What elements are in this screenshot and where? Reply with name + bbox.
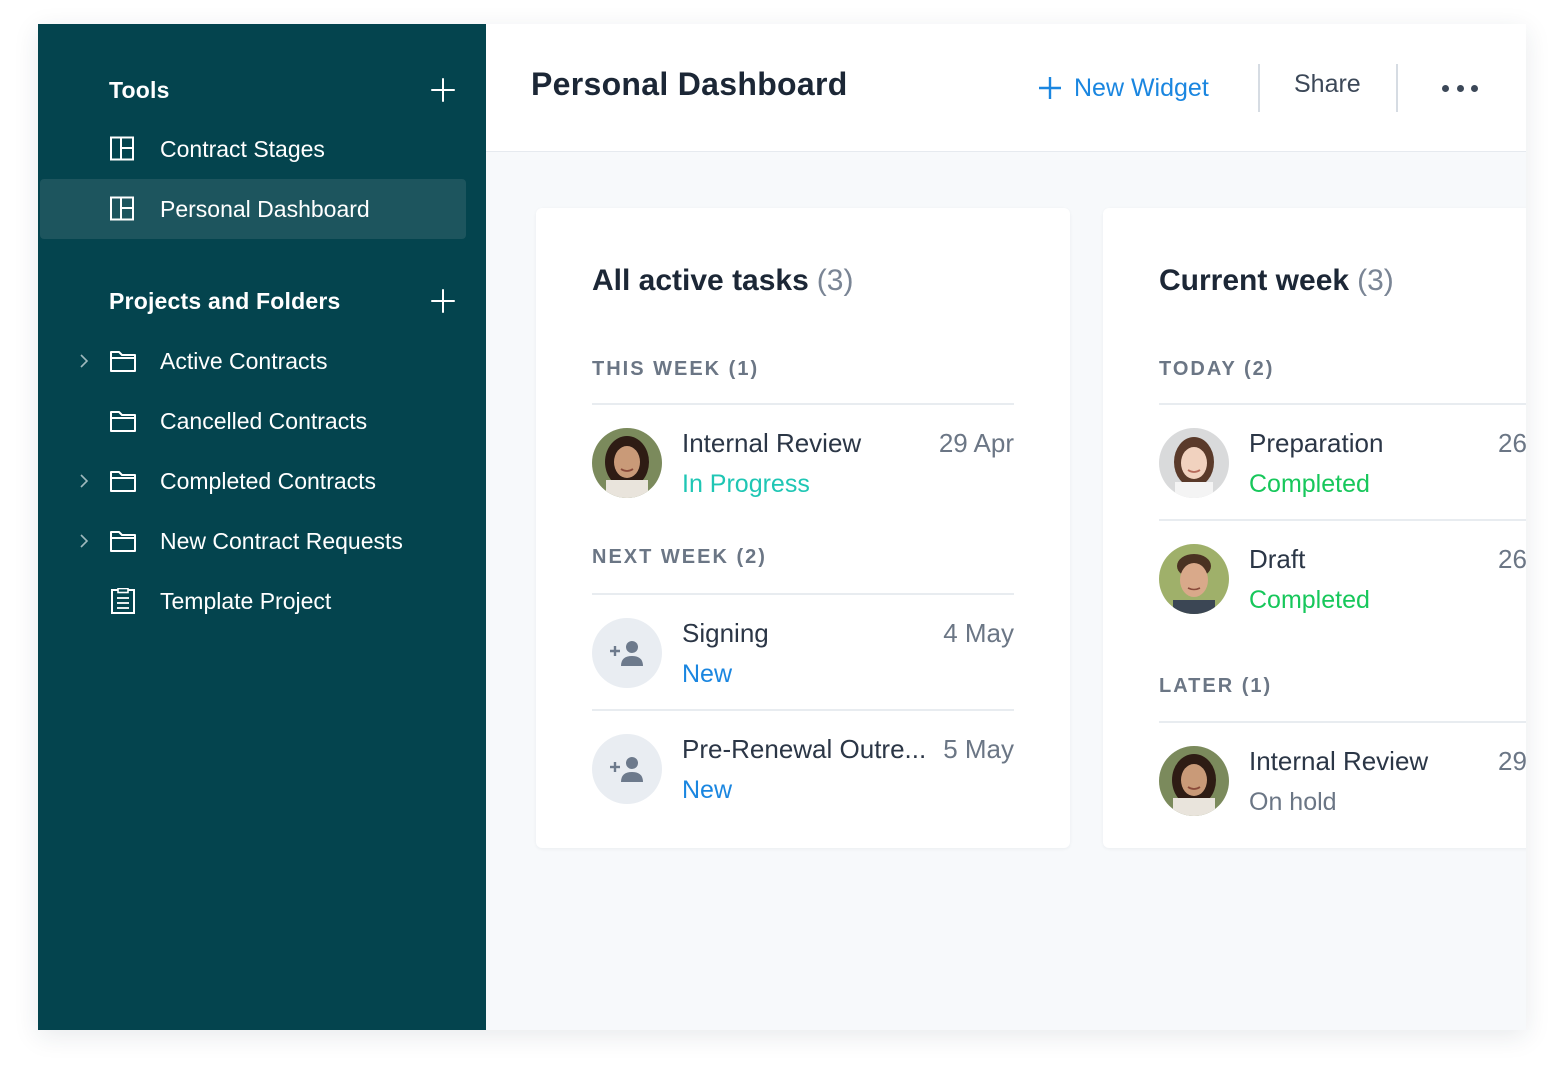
- sidebar-item-completed-contracts[interactable]: Completed Contracts: [40, 451, 466, 511]
- widget-title: Current week (3): [1159, 264, 1394, 298]
- projects-section-title: Projects and Folders: [109, 287, 341, 314]
- avatar: [1159, 428, 1229, 498]
- task-name: Internal Review: [1249, 746, 1429, 776]
- sidebar-item-label: Contract Stages: [160, 135, 325, 162]
- status-badge: Completed: [1249, 470, 1370, 498]
- sidebar-item-active-contracts[interactable]: Active Contracts: [40, 331, 466, 391]
- divider: [592, 593, 1014, 595]
- sidebar-item-contract-stages[interactable]: Contract Stages: [40, 119, 466, 179]
- sidebar-item-label: Personal Dashboard: [160, 195, 370, 222]
- task-name: Draft: [1249, 544, 1306, 574]
- group-label: TODAY (2): [1159, 358, 1275, 380]
- dashboard-icon: [110, 196, 134, 221]
- divider: [592, 403, 1014, 405]
- projects-section-header: Projects and Folders: [109, 281, 457, 321]
- sidebar-item-label: New Contract Requests: [160, 527, 403, 554]
- status-badge: In Progress: [682, 470, 810, 498]
- status-badge: New: [682, 660, 733, 688]
- task-date: 29: [1498, 746, 1526, 776]
- tools-section-header: Tools: [109, 70, 457, 110]
- widget-count: (3): [1357, 264, 1394, 297]
- new-widget-button[interactable]: New Widget: [1038, 70, 1209, 106]
- task-name: Pre-Renewal Outre...: [682, 734, 927, 764]
- header-divider: [1258, 64, 1260, 112]
- top-header: Personal Dashboard New Widget Share: [486, 24, 1526, 152]
- assign-user-icon[interactable]: [592, 734, 662, 804]
- more-options-icon[interactable]: [1442, 76, 1478, 100]
- plus-icon: [1039, 77, 1061, 99]
- folder-icon: [110, 351, 136, 372]
- sidebar-item-new-contract-requests[interactable]: New Contract Requests: [40, 511, 466, 571]
- chevron-right-icon[interactable]: [76, 473, 92, 489]
- task-row[interactable]: Internal Review On hold 29: [1159, 746, 1526, 826]
- status-badge: Completed: [1249, 586, 1370, 614]
- sidebar-item-label: Completed Contracts: [160, 467, 377, 494]
- header-divider: [1396, 64, 1398, 112]
- task-name: Signing: [682, 618, 769, 648]
- assign-user-icon[interactable]: [592, 618, 662, 688]
- group-label: NEXT WEEK (2): [592, 546, 767, 568]
- share-button[interactable]: Share: [1294, 70, 1361, 99]
- avatar: [1159, 746, 1229, 816]
- task-name: Preparation: [1249, 428, 1384, 458]
- divider: [1159, 519, 1526, 521]
- chevron-right-icon[interactable]: [76, 353, 92, 369]
- widget-title-text: Current week: [1159, 264, 1350, 297]
- task-row[interactable]: Internal Review In Progress 29 Apr: [592, 428, 1014, 508]
- new-widget-label: New Widget: [1074, 73, 1209, 102]
- task-date: 5 May: [943, 734, 1014, 764]
- divider: [1159, 721, 1526, 723]
- add-tool-button[interactable]: [429, 76, 457, 104]
- page-title: Personal Dashboard: [531, 66, 848, 102]
- group-label: LATER (1): [1159, 675, 1273, 697]
- sidebar-item-personal-dashboard[interactable]: Personal Dashboard: [40, 179, 466, 239]
- task-date: 29 Apr: [938, 428, 1014, 458]
- widget-all-active-tasks: All active tasks (3) THIS WEEK (1) Intern…: [536, 208, 1070, 848]
- folder-icon: [110, 411, 136, 432]
- tools-section-title: Tools: [109, 76, 170, 103]
- status-badge: New: [682, 776, 733, 804]
- widget-count: (3): [816, 264, 854, 297]
- sidebar-item-label: Active Contracts: [160, 347, 328, 374]
- task-date: 26: [1498, 544, 1526, 574]
- chevron-right-icon[interactable]: [76, 533, 92, 549]
- divider: [592, 709, 1014, 711]
- task-date: 26: [1498, 428, 1526, 458]
- dashboard-icon: [110, 136, 134, 161]
- sidebar-item-label: Template Project: [160, 587, 332, 614]
- group-label: THIS WEEK (1): [592, 358, 760, 380]
- avatar: [592, 428, 662, 498]
- task-name: Internal Review: [682, 428, 862, 458]
- avatar: [1159, 544, 1229, 614]
- clipboard-icon: [111, 588, 135, 614]
- task-row[interactable]: Pre-Renewal Outre... New 5 May: [592, 734, 1014, 814]
- folder-icon: [110, 531, 136, 552]
- task-date: 4 May: [943, 618, 1014, 648]
- task-row[interactable]: Draft Completed 26: [1159, 544, 1526, 624]
- widget-current-week: Current week (3) TODAY (2) Preparation Co…: [1103, 208, 1526, 848]
- task-row[interactable]: Signing New 4 May: [592, 618, 1014, 698]
- task-row[interactable]: Preparation Completed 26: [1159, 428, 1526, 508]
- add-project-button[interactable]: [429, 287, 457, 315]
- sidebar-item-cancelled-contracts[interactable]: Cancelled Contracts: [40, 391, 466, 451]
- app-window: Tools Contract Stages Personal Dashboard…: [38, 24, 1526, 1030]
- widget-title: All active tasks (3): [592, 264, 853, 298]
- sidebar-item-template-project[interactable]: Template Project: [40, 571, 466, 631]
- status-badge: On hold: [1249, 788, 1337, 816]
- divider: [1159, 403, 1526, 405]
- sidebar-item-label: Cancelled Contracts: [160, 407, 368, 434]
- folder-icon: [110, 471, 136, 492]
- widget-title-text: All active tasks: [592, 264, 809, 297]
- sidebar: Tools Contract Stages Personal Dashboard…: [38, 24, 486, 1030]
